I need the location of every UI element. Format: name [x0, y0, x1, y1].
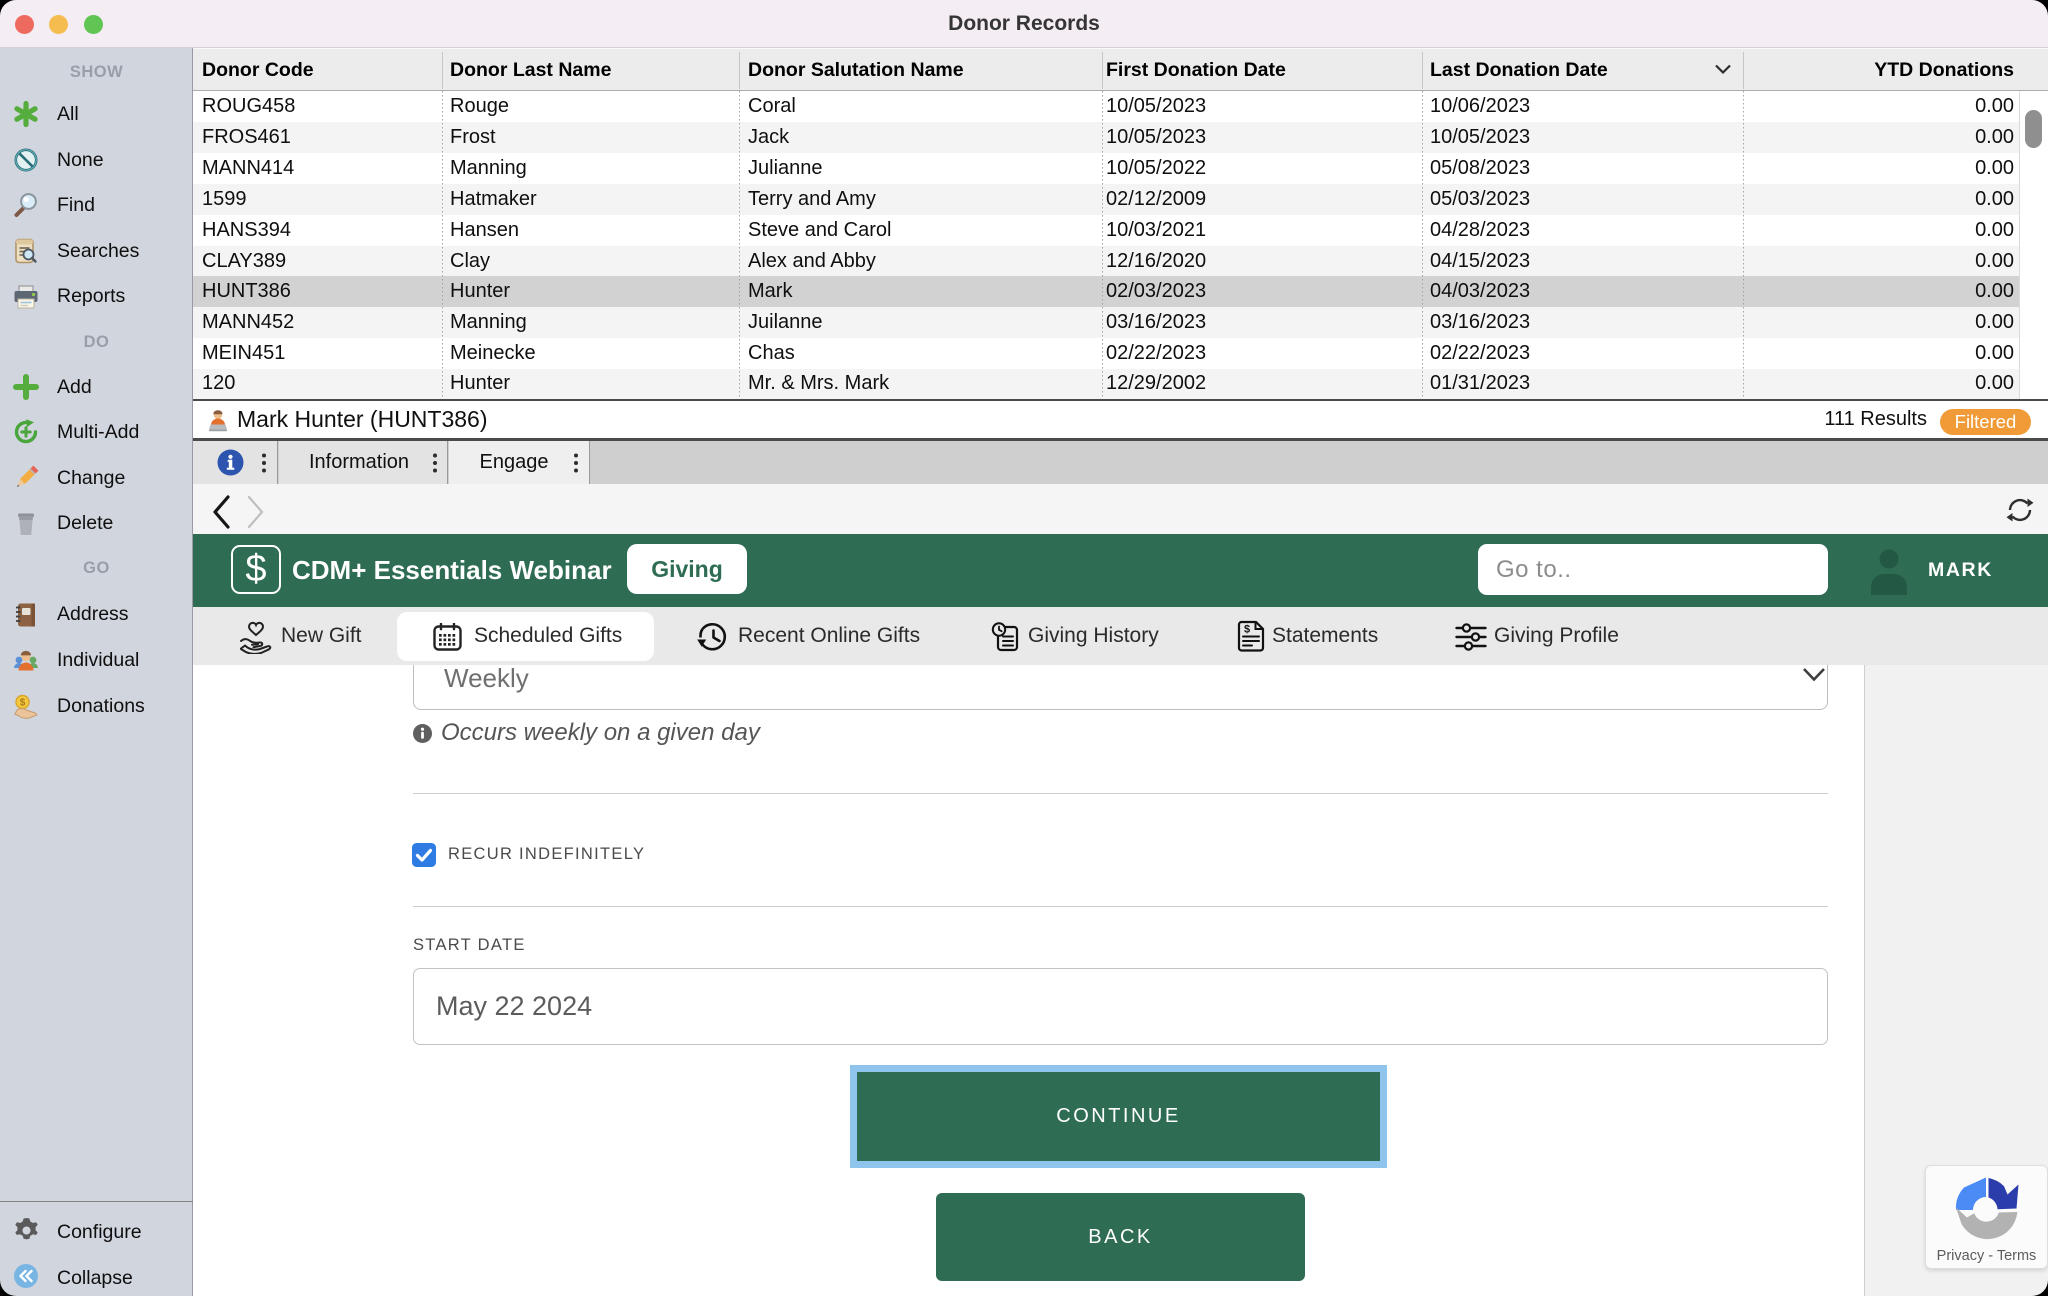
svg-text:$: $ [20, 698, 26, 709]
svg-text:$: $ [1244, 624, 1250, 636]
